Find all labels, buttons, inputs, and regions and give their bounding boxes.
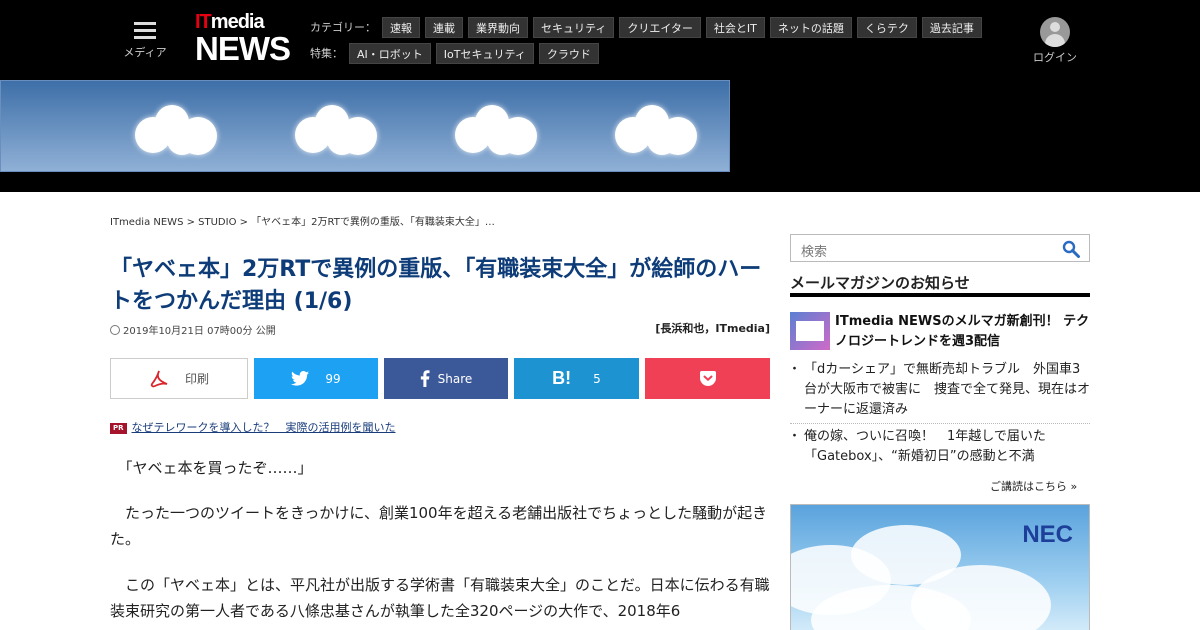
media-menu-label: メディア — [123, 46, 167, 59]
pr-line: PR なぜテレワークを導入した？ 実際の活用例を聞いた — [110, 419, 396, 435]
login-button[interactable]: ログイン — [1030, 17, 1080, 65]
pocket-button[interactable] — [645, 358, 770, 399]
envelope-icon — [790, 312, 830, 350]
print-label: 印刷 — [184, 372, 209, 386]
facebook-share-label: Share — [437, 371, 473, 386]
search-icon[interactable] — [1062, 240, 1080, 262]
cloud-graphic — [451, 103, 561, 163]
article-paragraph: 「ヤベェ本を買ったぞ……」 — [125, 459, 313, 477]
clock-icon — [110, 325, 120, 335]
media-menu-button[interactable]: メディア — [120, 22, 170, 60]
site-header: メディア ITmedia NEWS カテゴリー： 速報 連載 業界動向 セキュリ… — [0, 0, 1200, 192]
search-input[interactable]: 検索 — [790, 234, 1090, 262]
category-nav: カテゴリー： 速報 連載 業界動向 セキュリティ クリエイター 社会とIT ネッ… — [310, 16, 987, 38]
category-tag[interactable]: くらテク — [856, 16, 917, 38]
feature-tag[interactable]: クラウド — [538, 42, 599, 64]
mailmag-promo[interactable]: ITmedia NEWSのメルマガ新創刊！ テクノロジートレンドを週3配信 — [790, 312, 1090, 352]
category-tag[interactable]: 速報 — [382, 16, 420, 38]
category-tag[interactable]: ネットの話題 — [769, 16, 852, 38]
facebook-f-icon — [420, 370, 430, 387]
category-tag[interactable]: 連載 — [425, 16, 463, 38]
article-paragraph: この「ヤベェ本」とは、平凡社が出版する学術書「有職装束大全」のことだ。日本に伝わ… — [110, 576, 770, 620]
hatena-count: 5 — [593, 371, 601, 386]
hatena-b-icon: B! — [552, 368, 572, 388]
login-label: ログイン — [1033, 51, 1077, 64]
pr-badge: PR — [110, 423, 127, 434]
article-paragraph: たった一つのツイートをきっかけに、創業100年を超える老舗出版社でちょっとした騒… — [110, 504, 768, 548]
publish-date: 2019年10月21日 07時00分 公開 — [110, 322, 276, 337]
print-button[interactable]: 印刷 — [110, 358, 248, 399]
feature-tag[interactable]: AI・ロボット — [349, 42, 431, 64]
facebook-share-button[interactable]: Share — [384, 358, 508, 399]
twitter-bird-icon — [291, 371, 310, 386]
twitter-count: 99 — [325, 371, 341, 386]
cloud-graphic — [131, 103, 241, 163]
cloud-graphic — [291, 103, 401, 163]
mailmag-heading: メールマガジンのお知らせ — [790, 272, 1090, 297]
logo-news-text: NEWS — [195, 30, 291, 67]
ad-banner[interactable] — [0, 80, 730, 172]
twitter-share-button[interactable]: 99 — [254, 358, 378, 399]
category-tag[interactable]: クリエイター — [619, 16, 701, 38]
search-placeholder: 検索 — [801, 245, 828, 260]
author-byline: [長浜和也，ITmedia] — [655, 322, 770, 335]
article-title: 「ヤベェ本」2万RTで異例の重版、「有職装束大全」が絵師のハートをつかんだ理由 … — [110, 257, 762, 314]
category-tag[interactable]: セキュリティ — [533, 16, 615, 38]
hatena-bookmark-button[interactable]: B! 5 — [514, 358, 639, 399]
publish-date-text: 2019年10月21日 07時00分 公開 — [123, 326, 276, 337]
category-tag[interactable]: 業界動向 — [468, 16, 528, 38]
feature-nav: 特集： AI・ロボット IoTセキュリティ クラウド — [310, 42, 604, 64]
sidebar-news-item[interactable]: 「dカーシェア」で無断売却トラブル 外国車3台が大阪市で被害に 捜査で全て発見、… — [788, 360, 1090, 424]
category-label: カテゴリー： — [310, 21, 376, 34]
breadcrumb[interactable]: ITmedia NEWS > STUDIO > 「ヤベェ本」2万RTで異例の重版… — [110, 213, 495, 228]
category-tag[interactable]: 社会とIT — [705, 16, 765, 38]
pr-link[interactable]: なぜテレワークを導入した？ 実際の活用例を聞いた — [132, 421, 396, 434]
sidebar-news-item[interactable]: 俺の嫁、ついに召喚！ 1年越しで届いた「Gatebox」、“新婚初日”の感動と不… — [788, 427, 1090, 467]
subscribe-link[interactable]: ご講読はこちら » — [990, 478, 1077, 494]
hamburger-icon — [134, 22, 156, 40]
pdf-icon — [149, 369, 169, 389]
pocket-icon — [699, 371, 716, 386]
sidebar-ad[interactable]: NEC — [790, 504, 1090, 630]
cloud-graphic — [611, 103, 721, 163]
feature-tag[interactable]: IoTセキュリティ — [435, 42, 534, 64]
feature-label: 特集： — [310, 47, 343, 60]
user-avatar-icon — [1040, 17, 1070, 47]
mailmag-title: ITmedia NEWSのメルマガ新創刊！ テクノロジートレンドを週3配信 — [835, 314, 1090, 349]
category-tag[interactable]: 過去記事 — [921, 16, 982, 38]
itmedia-news-logo[interactable]: ITmedia NEWS — [195, 12, 295, 72]
nec-logo: NEC — [1022, 521, 1073, 548]
